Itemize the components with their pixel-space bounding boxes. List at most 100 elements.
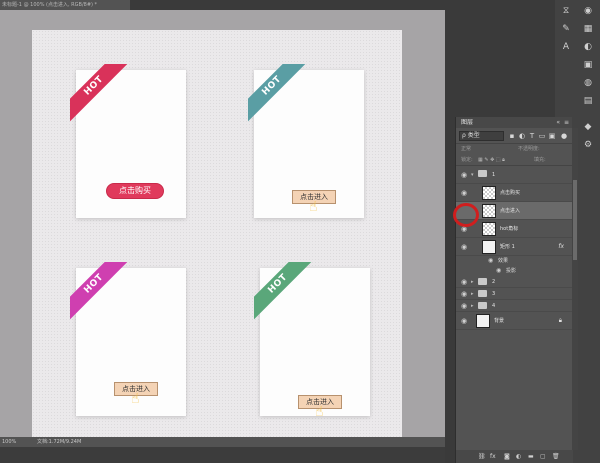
hot-label: HOT [248,64,308,122]
layer-name: 1 [492,172,496,178]
eye-icon[interactable]: ◉ [459,188,469,198]
document-size[interactable]: 文档:1.72M/9.24M [37,437,81,447]
layer-name: 背景 [494,318,505,324]
layer-row-group-3[interactable]: ◉ ▸ 3 [456,288,572,300]
hot-label: HOT [254,262,314,320]
layer-name: 4 [492,303,496,309]
properties-icon[interactable]: ⚙ [582,140,594,150]
pixel-filter-icon[interactable]: ▪ [508,132,516,140]
layer-name: 点击进入 [500,208,521,214]
folder-icon [478,290,487,297]
delete-layer-icon[interactable]: 🗑︎ [552,452,560,461]
fill-label: 填充: [534,157,546,163]
layer-name: 3 [492,291,496,297]
eye-icon[interactable]: ◉ [459,289,469,299]
eye-icon[interactable]: ◉ [459,170,469,180]
buy-button[interactable]: 点击购买 [106,183,164,199]
zoom-level[interactable]: 100% [2,437,16,447]
filter-kind-select[interactable]: ρ 类型 [459,131,504,141]
layers-scrollbar[interactable] [572,128,578,450]
adjustment-layer-icon[interactable]: ◐ [516,452,521,461]
hot-label: HOT [70,262,130,320]
link-layers-icon[interactable]: ⛓ [478,452,486,461]
blend-mode-select[interactable]: 正常 [461,144,471,155]
expand-arrow-icon[interactable]: ▸ [471,301,474,311]
layer-name: 2 [492,279,496,285]
drop-shadow-row[interactable]: ◉ 投影 [456,266,572,276]
expand-arrow-icon[interactable]: ▸ [471,289,474,299]
expand-arrow-icon[interactable]: ▸ [471,277,474,287]
layer-thumbnail [482,222,496,236]
effects-label: 效果 [498,258,509,264]
layer-row-group-2[interactable]: ◉ ▸ 2 [456,276,572,288]
layer-thumbnail [482,204,496,218]
smart-object-filter-icon[interactable]: ▣ [548,132,556,140]
folder-icon [478,170,487,177]
hand-cursor-icon: ☝ [309,199,318,215]
channels-icon[interactable]: ◍ [582,78,594,88]
swatches-icon[interactable]: ▦ [582,24,594,34]
folder-icon [478,278,487,285]
hand-cursor-icon: ☝ [131,391,140,407]
fx-add-icon[interactable]: fx [490,452,496,461]
new-layer-icon[interactable]: ▢ [540,452,546,461]
canvas[interactable]: HOT 点击购买 HOT 点击进入 ☝ HOT 点击进入 ☝ HOT 点击进入 … [32,30,402,438]
layer-thumbnail [476,314,490,328]
layer-row-group-4[interactable]: ◉ ▸ 4 [456,300,572,312]
add-mask-icon[interactable]: ◙ [504,452,510,461]
product-card-2: HOT 点击进入 ☝ [248,64,364,218]
layer-row-background[interactable]: ◉ 背景 🔒︎ [456,312,572,330]
brush-presets-icon[interactable]: ✎ [560,24,572,34]
eye-icon[interactable]: ◉ [459,277,469,287]
type-filter-icon[interactable]: T [528,132,536,140]
collapse-arrow-icon[interactable]: ▾ [471,170,474,180]
blend-opacity-row: 正常 不透明度: [456,144,572,155]
hot-ribbon: HOT [70,262,130,322]
layers-scrollbar-thumb[interactable] [573,180,577,260]
hot-ribbon: HOT [254,262,314,322]
effects-row[interactable]: ◉ 效果 [456,256,572,266]
photoshop-window: 未标题-1 @ 100% (点击进入, RGB/8#) * HOT 点击购买 H… [0,0,600,463]
hot-ribbon: HOT [248,64,308,124]
product-card-4: HOT 点击进入 ☝ [254,262,370,420]
layer-row-rect[interactable]: ◉ 矩形 1 fx [456,238,572,256]
layers-icon[interactable]: ◆ [582,122,594,132]
bottom-area [0,447,445,463]
character-icon[interactable]: A [560,42,572,52]
eye-icon[interactable]: ◉ [459,316,469,326]
filter-kind-value: 类型 [467,132,480,139]
eye-icon[interactable]: ◉ [488,256,493,266]
lock-icon: 🔒︎ [558,317,562,324]
collapse-icon[interactable]: « [556,117,560,128]
layer-name: hot角标 [500,226,519,232]
filter-toggle-icon[interactable]: ● [560,132,568,140]
layer-filter-bar: ρ 类型 ▪ ◐ T ▭ ▣ ● [456,128,572,144]
eye-icon[interactable]: ◉ [496,266,501,276]
adjustments-icon[interactable]: ◐ [582,42,594,52]
document-tab[interactable]: 未标题-1 @ 100% (点击进入, RGB/8#) * [0,0,130,10]
layer-thumbnail [482,186,496,200]
layer-comps-icon[interactable]: ▤ [582,96,594,106]
folder-icon [478,302,487,309]
paths-icon[interactable]: ▣ [582,60,594,70]
visibility-icon[interactable]: ◉ [582,6,594,16]
eye-icon[interactable]: ◉ [459,301,469,311]
layer-row-buy[interactable]: ◉ 点击购买 [456,184,572,202]
eye-icon[interactable]: ◉ [459,242,469,252]
panel-title[interactable]: 图层 [461,119,473,126]
menu-icon[interactable]: ≡ [564,117,569,128]
lock-label: 锁定: [461,157,473,163]
shape-filter-icon[interactable]: ▭ [538,132,546,140]
hot-label: HOT [70,64,130,122]
layer-name: 矩形 1 [500,244,515,250]
new-group-icon[interactable]: ▬ [528,452,534,461]
layer-thumbnail [482,240,496,254]
history-icon[interactable]: ⧖ [560,6,572,16]
fx-icon[interactable]: fx [558,238,564,256]
hand-cursor-icon: ☝ [315,404,324,420]
drop-shadow-label: 投影 [506,268,517,274]
layer-row-group-1[interactable]: ◉ ▾ 1 [456,166,572,184]
layer-name: 点击购买 [500,190,521,196]
adjustment-filter-icon[interactable]: ◐ [518,132,526,140]
lock-icons[interactable]: ▦ ✎ ✥ ⬚ 🔒︎ [478,155,505,166]
